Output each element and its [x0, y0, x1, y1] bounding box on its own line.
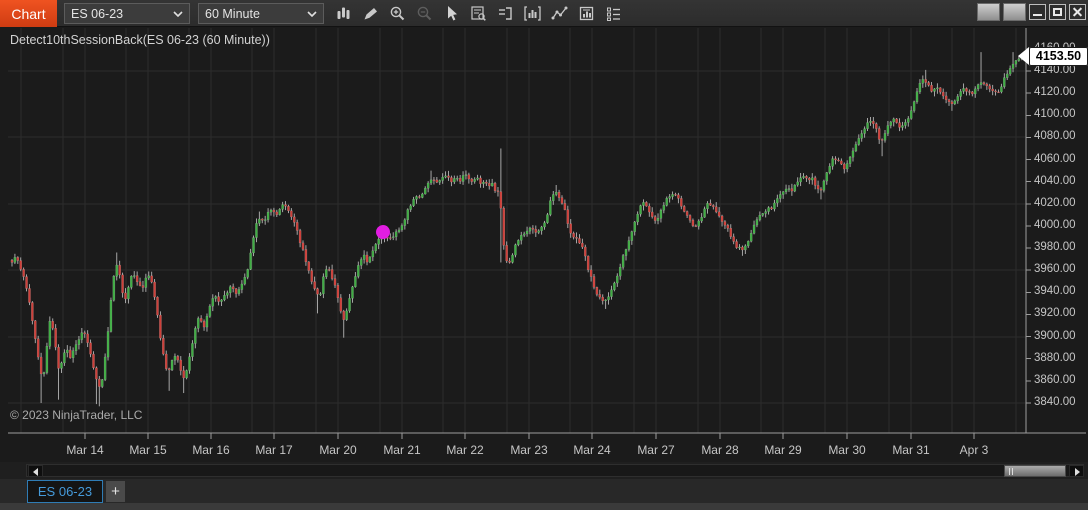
date-axis-label: Mar 23: [510, 443, 548, 457]
data-box-icon: [471, 6, 486, 21]
price-axis-label: 4140.00: [1034, 64, 1076, 76]
properties-icon: [607, 7, 620, 21]
date-axis-label: Mar 16: [192, 443, 230, 457]
date-axis-label: Mar 24: [573, 443, 611, 457]
toolbar-icons: [330, 0, 627, 27]
chart-window: Chart ES 06-23 60 Minute Detect10thSessi…: [0, 0, 1088, 510]
price-axis-label: 4000.00: [1034, 218, 1076, 231]
date-axis-label: Mar 29: [764, 443, 802, 457]
drawing-tools-button[interactable]: [357, 1, 384, 26]
price-axis[interactable]: 4160.004140.004120.004100.004080.004060.…: [1027, 28, 1088, 433]
data-box-button[interactable]: [465, 1, 492, 26]
price-axis-label: 4080.00: [1034, 130, 1076, 143]
properties-button[interactable]: [600, 1, 627, 26]
horizontal-scrollbar: [0, 462, 1088, 479]
market-analyzer-icon: [579, 6, 594, 21]
scrollbar-thumb[interactable]: [1004, 465, 1066, 477]
date-axis-label: Mar 31: [892, 443, 930, 457]
indicator-label: Detect10thSessionBack(ES 06-23 (60 Minut…: [10, 33, 270, 47]
window-controls: [977, 3, 1086, 21]
price-axis-label: 3920.00: [1034, 307, 1076, 320]
zoom-in-button[interactable]: [384, 1, 411, 26]
time-axis[interactable]: Mar 14 Mar 15 Mar 16 Mar 17 Mar 20 Mar 21 Mar …: [0, 434, 1088, 462]
date-axis-label: Mar 27: [637, 443, 675, 457]
date-axis-label: Mar 28: [701, 443, 739, 457]
window-bottom-edge: [0, 503, 1088, 510]
chart-style-button[interactable]: [330, 1, 357, 26]
chart-menu-button[interactable]: Chart: [0, 0, 57, 27]
strategies-button[interactable]: [546, 1, 573, 26]
scrollbar-right-arrow[interactable]: [1069, 465, 1084, 477]
tab-bar: ES 06-23 +: [0, 479, 1088, 503]
toolbar: Chart ES 06-23 60 Minute: [0, 0, 1088, 27]
price-axis-label: 3860.00: [1034, 373, 1076, 386]
date-axis-label: Apr 3: [959, 443, 989, 457]
price-axis-label: 4120.00: [1034, 86, 1076, 99]
zoom-in-icon: [390, 6, 405, 21]
zoom-out-icon: [417, 6, 432, 21]
indicators-button[interactable]: [519, 1, 546, 26]
chart-trader-button[interactable]: [492, 1, 519, 26]
minimize-button[interactable]: [1029, 4, 1046, 20]
price-axis-label: 3900.00: [1034, 329, 1076, 342]
date-axis-label: Mar 17: [255, 443, 293, 457]
indicators-icon: [524, 6, 541, 21]
close-button[interactable]: [1069, 4, 1086, 20]
date-axis-label: Mar 20: [319, 443, 357, 457]
price-axis-label: 4020.00: [1034, 196, 1076, 209]
interval-selector[interactable]: 60 Minute: [198, 3, 324, 24]
add-tab-button[interactable]: +: [106, 481, 125, 502]
date-axis-label: Mar 30: [828, 443, 866, 457]
restore-button[interactable]: [1049, 4, 1066, 20]
price-axis-label: 3940.00: [1034, 285, 1076, 298]
cursor-icon: [448, 6, 457, 21]
chart-trader-icon: [499, 7, 512, 20]
date-axis-label: Mar 14: [66, 443, 104, 457]
price-axis-label: 4060.00: [1034, 152, 1076, 165]
link-button-2[interactable]: [1003, 3, 1026, 21]
zoom-out-button[interactable]: [411, 1, 438, 26]
date-axis-label: Mar 15: [129, 443, 167, 457]
copyright-label: © 2023 NinjaTrader, LLC: [10, 408, 143, 422]
tab-es-06-23[interactable]: ES 06-23: [27, 480, 103, 503]
price-axis-label: 4100.00: [1034, 108, 1076, 121]
market-analyzer-button[interactable]: [573, 1, 600, 26]
scrollbar-track[interactable]: [26, 464, 1084, 477]
price-axis-label: 3880.00: [1034, 351, 1076, 364]
pencil-icon: [364, 8, 377, 20]
price-axis-label: 3960.00: [1034, 263, 1076, 276]
date-axis-label: Mar 21: [383, 443, 421, 457]
instrument-value: ES 06-23: [71, 6, 124, 21]
strategies-icon: [551, 6, 568, 20]
instrument-selector[interactable]: ES 06-23: [64, 3, 190, 24]
price-marker-arrow-icon: [1018, 47, 1029, 66]
chevron-down-icon: [173, 10, 183, 17]
last-price-value: 4153.50: [1029, 46, 1088, 66]
minimize-icon: [1033, 14, 1042, 16]
price-axis-label: 3980.00: [1034, 241, 1076, 254]
date-axis-label: Mar 22: [446, 443, 484, 457]
link-button-1[interactable]: [977, 3, 1000, 21]
scrollbar-left-arrow[interactable]: [28, 465, 43, 477]
chevron-down-icon: [307, 10, 317, 17]
price-axis-label: 3840.00: [1034, 396, 1076, 408]
cursor-button[interactable]: [438, 1, 465, 26]
restore-icon: [1053, 8, 1062, 16]
interval-value: 60 Minute: [205, 6, 260, 21]
last-price-marker: 4153.50: [1018, 46, 1088, 66]
price-axis-label: 4040.00: [1034, 174, 1076, 187]
chart-style-icon: [337, 7, 350, 19]
